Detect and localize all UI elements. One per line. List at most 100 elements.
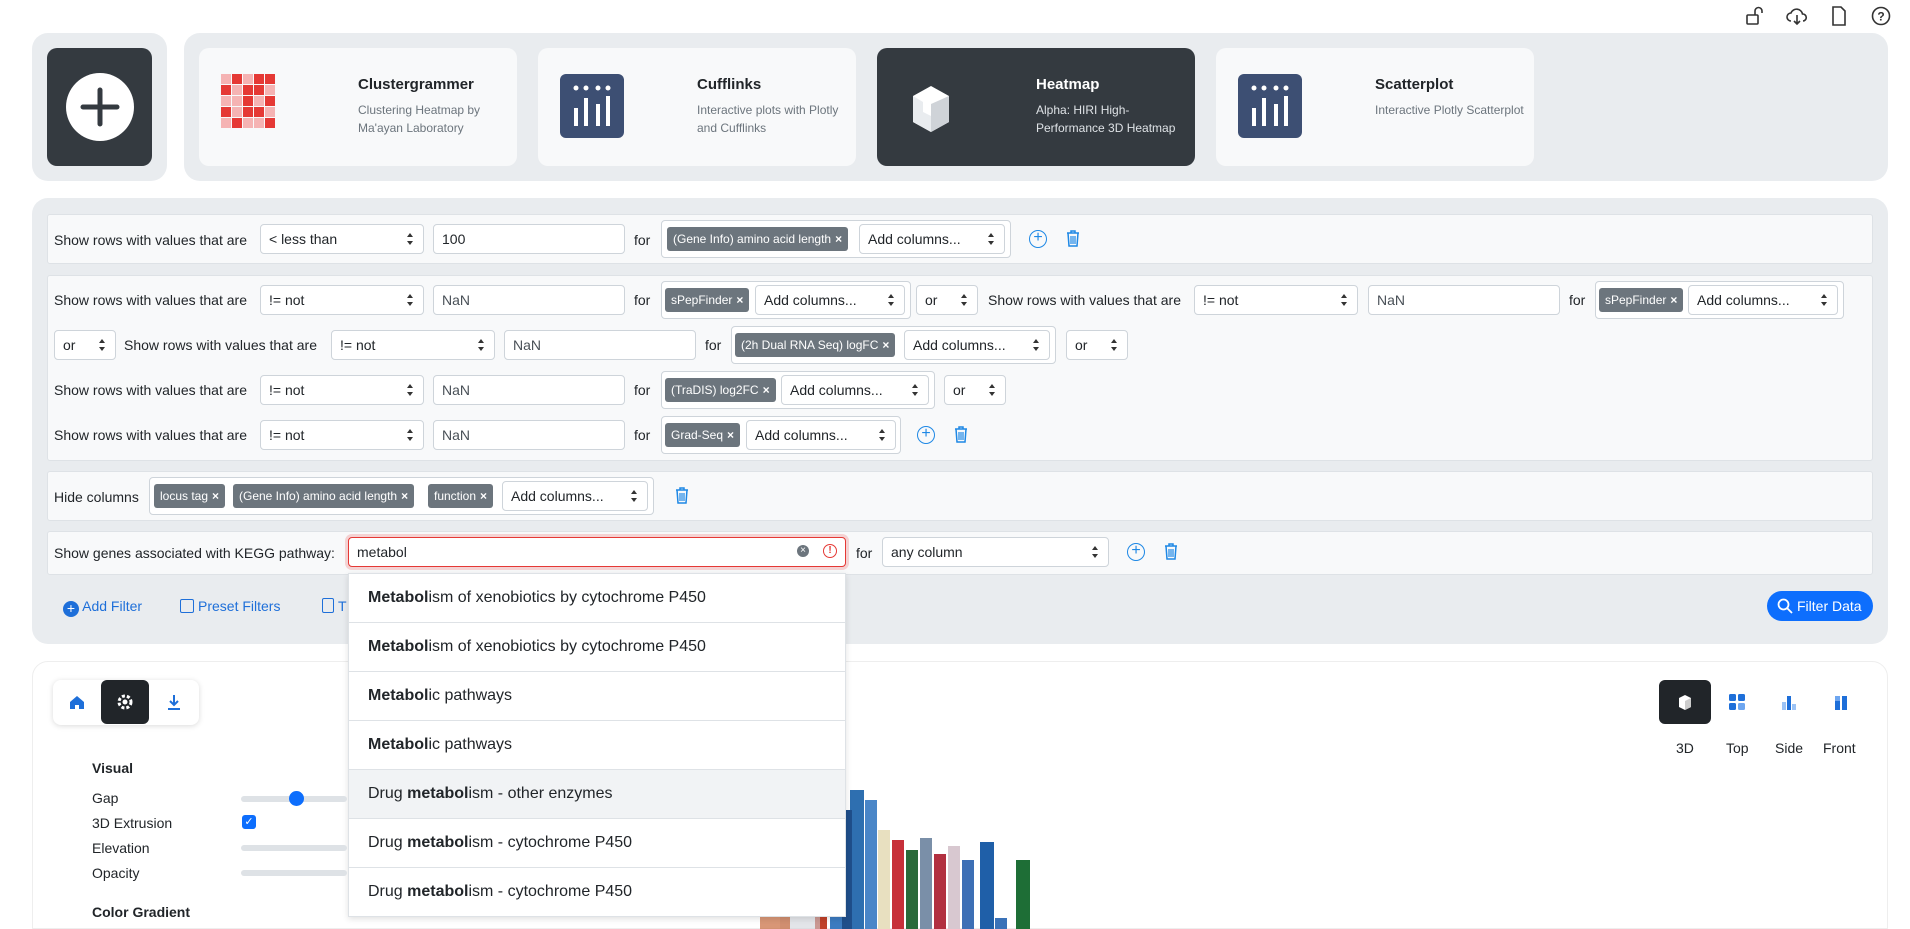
- operator-select[interactable]: != not: [260, 285, 424, 315]
- value-input[interactable]: 100: [433, 224, 625, 254]
- clear-icon[interactable]: ×: [797, 545, 809, 557]
- operator-select[interactable]: != not: [1194, 285, 1358, 315]
- suggestion-item[interactable]: Drug metabolism - cytochrome P450: [349, 868, 845, 917]
- home-button[interactable]: [53, 680, 101, 724]
- logic-select[interactable]: or: [944, 375, 1006, 405]
- side-bars-icon: [1782, 696, 1796, 710]
- filter-data-button[interactable]: Filter Data: [1767, 591, 1873, 621]
- add-columns-select[interactable]: Add columns...: [904, 330, 1050, 360]
- add-condition-icon[interactable]: +: [1029, 230, 1047, 248]
- unlock-icon[interactable]: [1743, 4, 1767, 28]
- value-input[interactable]: NaN: [1368, 285, 1560, 315]
- suggestion-item[interactable]: Metabolism of xenobiotics by cytochrome …: [349, 623, 845, 672]
- column-tag[interactable]: (TraDIS) log2FC ×: [665, 378, 776, 402]
- download-button[interactable]: [150, 680, 198, 724]
- add-columns-select[interactable]: Add columns...: [781, 375, 929, 405]
- suggestion-item[interactable]: Metabolic pathways: [349, 672, 845, 721]
- logic-select[interactable]: or: [1066, 330, 1128, 360]
- opacity-slider[interactable]: [241, 870, 347, 876]
- viz-toolbar: [53, 680, 199, 725]
- view-3d-label: 3D: [1676, 740, 1694, 756]
- columns-multiselect: sPepFinder × Add columns...: [1595, 281, 1844, 319]
- value-input[interactable]: NaN: [433, 420, 625, 450]
- color-gradient-heading: Color Gradient: [92, 904, 191, 920]
- column-tag[interactable]: (2h Dual RNA Seq) logFC ×: [735, 333, 896, 357]
- column-tag[interactable]: (Gene Info) amino acid length ×: [233, 484, 415, 508]
- column-tag[interactable]: (Gene Info) amino acid length ×: [667, 227, 849, 251]
- third-action-button[interactable]: T: [322, 598, 347, 614]
- grid-icon: [1729, 694, 1745, 710]
- for-label: for: [634, 292, 651, 308]
- plugin-card-clustergrammer[interactable]: Clustergrammer Clustering Heatmap by Ma'…: [199, 48, 517, 166]
- extrusion-checkbox[interactable]: ✓: [242, 815, 256, 829]
- value-input[interactable]: NaN: [433, 285, 625, 315]
- kegg-column-select[interactable]: any column: [882, 537, 1109, 567]
- suggestion-item[interactable]: Drug metabolism - other enzymes: [349, 770, 845, 819]
- plugin-title: Heatmap: [1036, 76, 1100, 93]
- show-rows-label: Show rows with values that are: [124, 337, 317, 353]
- operator-select[interactable]: != not: [260, 420, 424, 450]
- operator-select[interactable]: != not: [331, 330, 495, 360]
- plugin-title: Cufflinks: [697, 76, 762, 93]
- add-columns-select[interactable]: Add columns...: [859, 224, 1005, 254]
- suggestion-item[interactable]: Drug metabolism - cytochrome P450: [349, 819, 845, 868]
- add-plugin-button[interactable]: [47, 48, 152, 166]
- logic-select[interactable]: or: [916, 285, 978, 315]
- cube-icon: [1679, 695, 1691, 710]
- trash-icon[interactable]: [1066, 230, 1080, 247]
- trash-icon[interactable]: [1164, 543, 1178, 560]
- help-icon[interactable]: ?: [1869, 4, 1893, 28]
- kegg-suggestion-dropdown: Metabolism of xenobiotics by cytochrome …: [348, 573, 846, 917]
- cloud-download-icon[interactable]: [1785, 4, 1809, 28]
- view-top-button[interactable]: [1711, 680, 1763, 724]
- suggestion-item[interactable]: Metabolism of xenobiotics by cytochrome …: [349, 574, 845, 623]
- gap-slider-thumb[interactable]: [289, 791, 304, 806]
- plugin-card-heatmap[interactable]: Heatmap Alpha: HIRI High-Performance 3D …: [877, 48, 1195, 166]
- elevation-slider[interactable]: [241, 845, 347, 851]
- add-condition-icon[interactable]: +: [917, 426, 935, 444]
- trash-icon[interactable]: [954, 426, 968, 443]
- settings-button[interactable]: [101, 680, 149, 724]
- view-3d-button[interactable]: [1659, 680, 1711, 724]
- columns-multiselect: sPepFinder × Add columns...: [661, 281, 911, 319]
- view-front-button[interactable]: [1815, 680, 1867, 724]
- column-tag[interactable]: Grad-Seq ×: [665, 423, 741, 447]
- file-icon[interactable]: [1827, 4, 1851, 28]
- operator-select[interactable]: < less than: [260, 224, 424, 254]
- plugin-card-cufflinks[interactable]: Cufflinks Interactive plots with Plotly …: [538, 48, 856, 166]
- opacity-label: Opacity: [92, 865, 140, 881]
- add-columns-select[interactable]: Add columns...: [1688, 285, 1838, 315]
- add-filter-button[interactable]: + Add Filter: [63, 598, 142, 617]
- plus-circle-icon: [65, 73, 134, 141]
- value-input[interactable]: NaN: [504, 330, 696, 360]
- operator-select[interactable]: != not: [260, 375, 424, 405]
- add-columns-select[interactable]: Add columns...: [746, 420, 896, 450]
- column-tag[interactable]: sPepFinder ×: [665, 288, 750, 312]
- show-rows-label: Show rows with values that are: [988, 292, 1181, 308]
- download-icon: [168, 695, 180, 710]
- elevation-label: Elevation: [92, 840, 150, 856]
- column-tag[interactable]: locus tag ×: [154, 484, 226, 508]
- plugin-desc: Interactive plots with Plotly and Cuffli…: [697, 103, 839, 135]
- value-input[interactable]: NaN: [433, 375, 625, 405]
- show-rows-label: Show rows with values that are: [54, 232, 247, 248]
- preset-filters-button[interactable]: Preset Filters: [180, 598, 280, 614]
- for-label: for: [705, 337, 722, 353]
- plugin-card-scatterplot[interactable]: Scatterplot Interactive Plotly Scatterpl…: [1216, 48, 1534, 166]
- show-rows-label: Show rows with values that are: [54, 382, 247, 398]
- add-condition-icon[interactable]: +: [1127, 543, 1145, 561]
- kegg-search-value: metabol: [357, 544, 407, 560]
- columns-multiselect: (2h Dual RNA Seq) logFC × Add columns...: [731, 326, 1056, 364]
- column-tag[interactable]: sPepFinder ×: [1599, 288, 1684, 312]
- gap-label: Gap: [92, 790, 119, 806]
- column-tag[interactable]: function ×: [428, 484, 494, 508]
- view-side-button[interactable]: [1763, 680, 1815, 724]
- trash-icon[interactable]: [675, 487, 689, 504]
- logic-select[interactable]: or: [54, 330, 116, 360]
- kegg-search-input[interactable]: metabol × !: [348, 537, 846, 567]
- show-rows-label: Show rows with values that are: [54, 292, 247, 308]
- remove-tag-icon: ×: [727, 428, 735, 442]
- add-columns-select[interactable]: Add columns...: [755, 285, 905, 315]
- add-columns-select[interactable]: Add columns...: [502, 481, 648, 511]
- suggestion-item[interactable]: Metabolic pathways: [349, 721, 845, 770]
